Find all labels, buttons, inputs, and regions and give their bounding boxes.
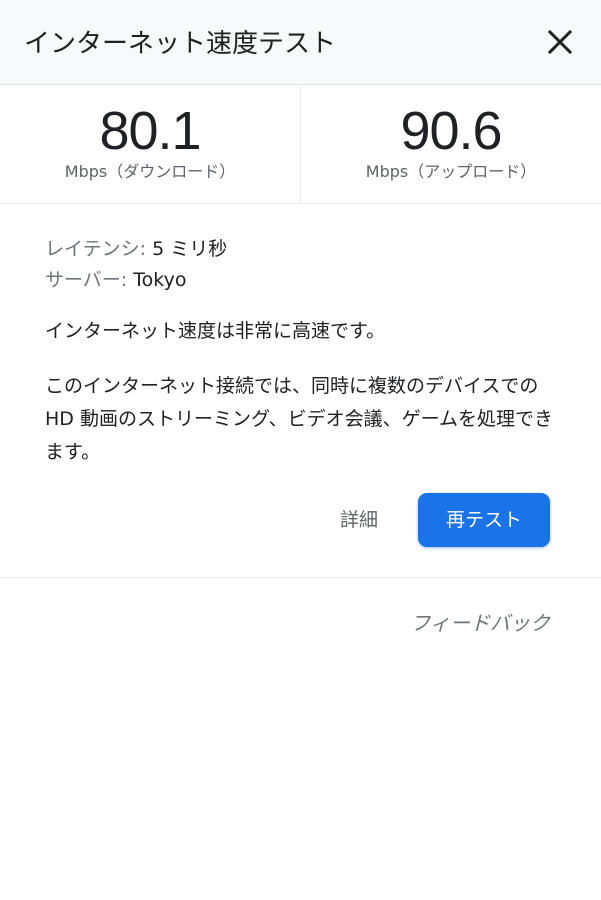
- close-button[interactable]: [538, 22, 582, 62]
- download-speed-value: 80.1: [99, 101, 201, 161]
- retest-button[interactable]: 再テスト: [418, 493, 550, 547]
- connection-info: レイテンシ: 5 ミリ秒 サーバー: Tokyo: [45, 234, 565, 296]
- footer-divider: [0, 577, 601, 578]
- latency-value: 5 ミリ秒: [152, 238, 228, 260]
- dialog-header: インターネット速度テスト: [0, 0, 601, 85]
- speed-results: 80.1 Mbps（ダウンロード） 90.6 Mbps（アップロード）: [0, 86, 601, 204]
- server-row: サーバー: Tokyo: [45, 265, 565, 296]
- latency-label: レイテンシ:: [45, 238, 147, 260]
- speed-description: このインターネット接続では、同時に複数のデバイスでの HD 動画のストリーミング…: [45, 375, 554, 463]
- dialog-title: インターネット速度テスト: [24, 29, 337, 59]
- upload-speed-value: 90.6: [400, 101, 502, 161]
- speed-summary: インターネット速度は非常に高速です。: [45, 320, 386, 342]
- speed-test-dialog: インターネット速度テスト 80.1 Mbps（ダウンロード） 90.6 Mbps…: [0, 0, 601, 900]
- download-speed-unit: Mbps（ダウンロード）: [64, 162, 236, 181]
- upload-speed-unit: Mbps（アップロード）: [365, 162, 537, 181]
- details-button[interactable]: 詳細: [326, 504, 392, 536]
- latency-row: レイテンシ: 5 ミリ秒: [45, 234, 565, 265]
- close-icon: [547, 29, 573, 55]
- download-result: 80.1 Mbps（ダウンロード）: [0, 86, 300, 204]
- server-value: Tokyo: [133, 269, 187, 291]
- upload-result: 90.6 Mbps（アップロード）: [301, 86, 601, 204]
- server-label: サーバー:: [45, 269, 128, 291]
- feedback-link[interactable]: フィードバック: [380, 608, 550, 638]
